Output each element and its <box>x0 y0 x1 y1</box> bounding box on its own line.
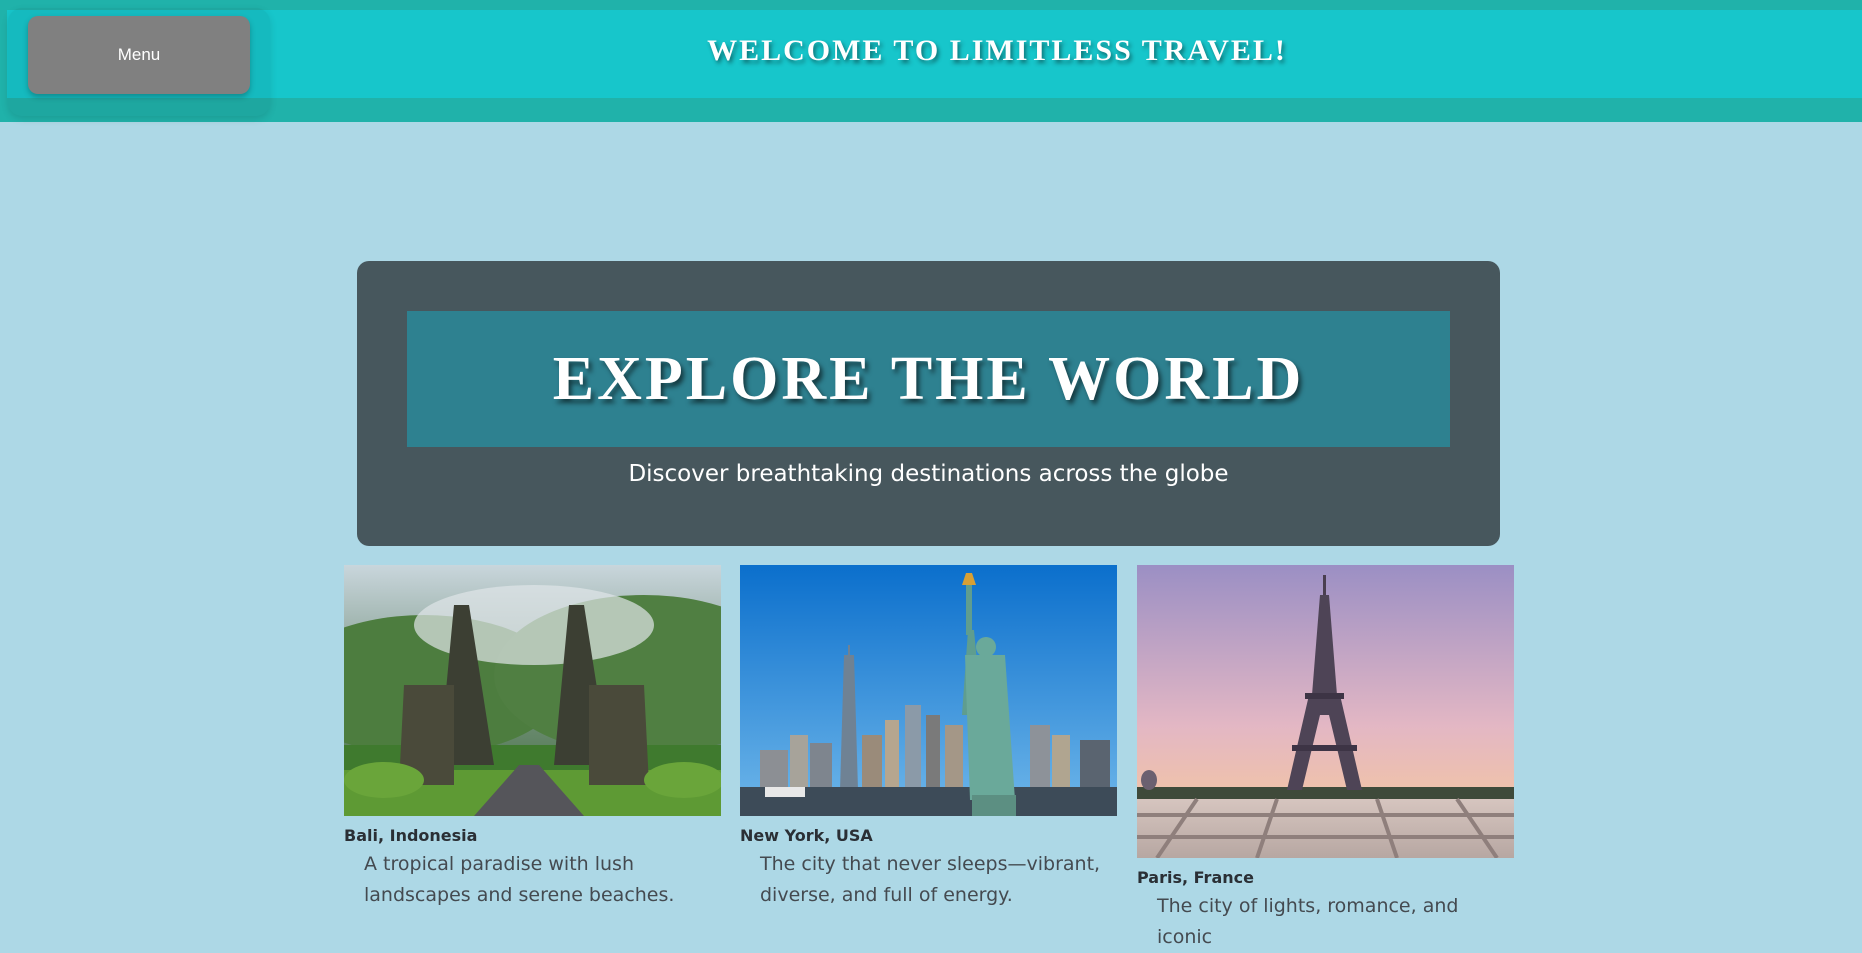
hero-heading: EXPLORE THE WORLD <box>552 344 1305 413</box>
eiffel-tower-photo[interactable] <box>1137 565 1514 858</box>
destination-name: Bali, Indonesia <box>344 826 478 845</box>
site-title-text: WELCOME TO LIMITLESS TRAVEL! <box>707 34 1287 67</box>
site-title: WELCOME TO LIMITLESS TRAVEL! <box>0 34 1862 68</box>
hero-subtitle: Discover breathtaking destinations acros… <box>628 461 1229 487</box>
destination-description: The city that never sleeps—vibrant, dive… <box>760 853 1101 906</box>
hero-banner: EXPLORE THE WORLD <box>407 311 1450 447</box>
hero-section: EXPLORE THE WORLD Discover breathtaking … <box>357 261 1500 546</box>
statue-of-liberty-photo[interactable] <box>740 565 1117 816</box>
destination-card-paris[interactable]: Paris, France The city of lights, romanc… <box>1137 565 1514 953</box>
destination-description: A tropical paradise with lush landscapes… <box>364 853 675 906</box>
destination-name: Paris, France <box>1137 868 1254 887</box>
destination-card-new-york[interactable]: New York, USA The city that never sleeps… <box>740 565 1117 911</box>
site-header: Menu WELCOME TO LIMITLESS TRAVEL! <box>0 0 1862 122</box>
destination-name: New York, USA <box>740 826 873 845</box>
destination-description: The city of lights, romance, and iconic <box>1157 895 1459 948</box>
bali-gate-photo[interactable] <box>344 565 721 816</box>
destination-card-bali[interactable]: Bali, Indonesia A tropical paradise with… <box>344 565 721 911</box>
